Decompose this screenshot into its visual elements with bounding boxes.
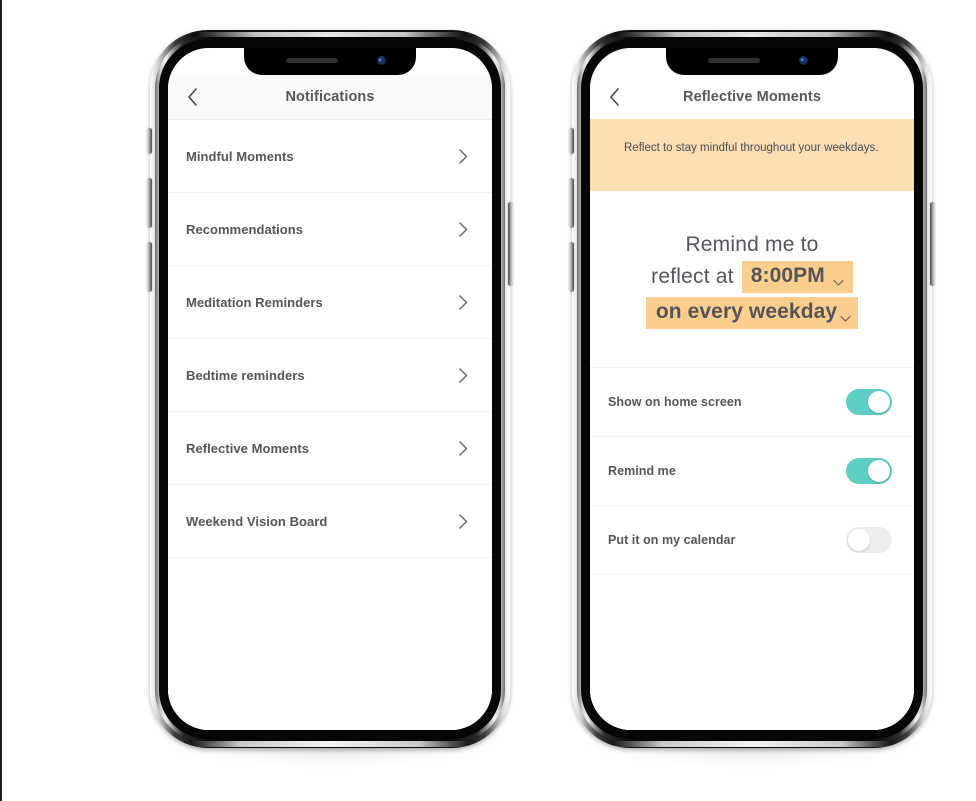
silent-switch-button[interactable] <box>147 128 152 154</box>
toggle-row-remind-me[interactable]: Remind me <box>590 436 914 506</box>
toggle-label: Remind me <box>608 463 676 478</box>
list-item-weekend-vision-board[interactable]: Weekend Vision Board <box>168 485 492 558</box>
device-screen-notifications: Notifications Mindful Moments Recommenda… <box>168 48 492 730</box>
list-empty-area <box>168 558 492 730</box>
chevron-down-icon <box>839 306 852 322</box>
front-camera-icon <box>799 56 808 65</box>
toggle-row-put-it-on-my-calendar[interactable]: Put it on my calendar <box>590 505 914 575</box>
list-item-label: Mindful Moments <box>186 148 294 164</box>
settings-toggle-list: Show on home screen Remind me Put it on … <box>590 366 914 575</box>
toggle-label: Put it on my calendar <box>608 532 736 547</box>
silent-switch-button[interactable] <box>569 128 574 154</box>
device-top-gloss <box>196 32 464 37</box>
phone-device-notifications: Notifications Mindful Moments Recommenda… <box>147 30 513 760</box>
time-dropdown-value: 8:00PM <box>750 264 825 287</box>
volume-down-button[interactable] <box>147 242 152 292</box>
artboard: Notifications Mindful Moments Recommenda… <box>0 0 976 801</box>
toggle-label: Show on home screen <box>608 394 742 409</box>
list-item-bedtime-reminders[interactable]: Bedtime reminders <box>168 339 492 412</box>
remind-me-switch[interactable] <box>846 457 892 484</box>
schedule-line-2-prefix: reflect at <box>651 264 734 288</box>
volume-down-button[interactable] <box>569 242 574 292</box>
device-notch <box>666 48 838 75</box>
info-banner-text: Reflect to stay mindful throughout your … <box>624 142 879 154</box>
notifications-header: Notifications <box>168 75 492 120</box>
notifications-list: Mindful Moments Recommendations Meditati… <box>168 120 492 558</box>
settings-empty-area <box>590 574 914 730</box>
left-edge-rule <box>0 0 2 801</box>
schedule-line-1-text: Remind me to <box>685 233 819 256</box>
show-on-home-screen-switch[interactable] <box>846 388 892 415</box>
device-top-gloss <box>618 32 886 37</box>
list-item-label: Bedtime reminders <box>186 367 305 383</box>
chevron-right-icon <box>454 147 472 165</box>
chevron-right-icon <box>454 366 472 384</box>
page-title: Reflective Moments <box>683 89 821 105</box>
repeat-dropdown[interactable]: on every weekday <box>645 296 859 329</box>
switch-knob <box>868 390 890 413</box>
volume-up-button[interactable] <box>147 178 152 228</box>
schedule-line-1: Remind me to <box>602 233 902 257</box>
device-bottom-gloss <box>612 741 892 747</box>
info-banner: Reflect to stay mindful throughout your … <box>590 119 914 191</box>
volume-up-button[interactable] <box>569 178 574 228</box>
device-notch <box>244 48 416 75</box>
chevron-right-icon <box>454 220 472 238</box>
earpiece-speaker-icon <box>708 58 760 63</box>
list-item-mindful-moments[interactable]: Mindful Moments <box>168 120 492 193</box>
schedule-section: Remind me to reflect at 8:00PM on every … <box>590 191 914 367</box>
chevron-right-icon <box>454 293 472 311</box>
front-camera-icon <box>377 56 386 65</box>
toggle-row-show-on-home-screen[interactable]: Show on home screen <box>590 367 914 437</box>
time-dropdown[interactable]: 8:00PM <box>741 261 853 293</box>
schedule-line-3: on every weekday <box>602 296 902 329</box>
list-item-label: Reflective Moments <box>186 440 309 456</box>
power-button[interactable] <box>508 202 513 286</box>
chevron-right-icon <box>454 439 472 457</box>
switch-knob <box>868 459 890 482</box>
reflective-moments-header: Reflective Moments <box>590 75 914 119</box>
back-chevron-icon[interactable] <box>182 87 202 107</box>
schedule-line-2: reflect at 8:00PM <box>602 261 902 293</box>
back-chevron-icon[interactable] <box>604 87 624 107</box>
repeat-dropdown-value: on every weekday <box>655 299 838 323</box>
list-item-label: Recommendations <box>186 221 304 237</box>
device-bottom-gloss <box>190 741 470 747</box>
power-button[interactable] <box>930 202 935 286</box>
page-title: Notifications <box>285 89 375 105</box>
earpiece-speaker-icon <box>286 58 338 63</box>
list-item-meditation-reminders[interactable]: Meditation Reminders <box>168 266 492 339</box>
phone-device-reflective-moments: Reflective Moments Reflect to stay mindf… <box>569 30 935 760</box>
put-it-on-my-calendar-switch[interactable] <box>846 526 892 553</box>
chevron-down-icon <box>832 270 845 286</box>
device-screen-reflective-moments: Reflective Moments Reflect to stay mindf… <box>590 48 914 730</box>
switch-knob <box>848 528 870 551</box>
chevron-right-icon <box>454 512 472 530</box>
list-item-reflective-moments[interactable]: Reflective Moments <box>168 412 492 485</box>
list-item-label: Meditation Reminders <box>186 294 323 310</box>
list-item-label: Weekend Vision Board <box>186 513 328 529</box>
list-item-recommendations[interactable]: Recommendations <box>168 193 492 266</box>
